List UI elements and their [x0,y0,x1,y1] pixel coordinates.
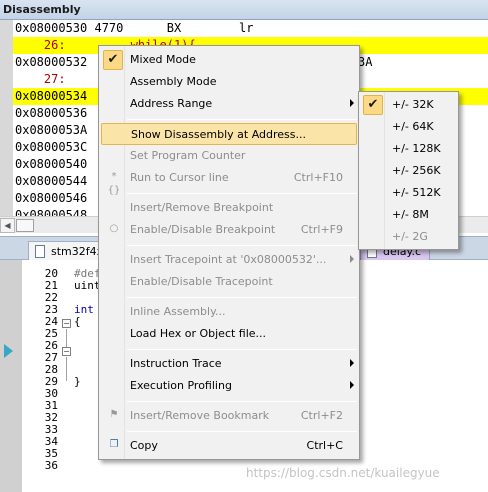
menu-separator [127,245,357,246]
menu-item-insert-remove-breakpoint[interactable]: Insert/Remove Breakpoint [101,197,357,219]
menu-item-execution-profiling[interactable]: Execution Profiling [101,375,357,397]
address-range-submenu: ✔ +/- 32K +/- 64K +/- 128K +/- 256K +/- … [358,91,459,250]
menu-item-load-hex-or-object-file[interactable]: Load Hex or Object file... [101,323,357,345]
tab-label: stm32f4xx [51,245,99,258]
disassembly-title: Disassembly [0,0,488,20]
menu-item-run-to-cursor-line[interactable]: *{} Run to Cursor line Ctrl+F10 [101,167,357,196]
fold-guide [66,329,67,347]
menu-item-copy[interactable]: ❐ Copy Ctrl+C [101,435,357,457]
disassembly-context-menu: ✔ Mixed Mode Assembly Mode Address Range… [98,45,360,460]
menu-separator [127,193,357,194]
menu-separator [127,431,357,432]
menu-item-insert-tracepoint[interactable]: Insert Tracepoint at '0x08000532'... [101,249,357,271]
menu-item-assembly-mode[interactable]: Assembly Mode [101,71,357,93]
submenu-item-8m[interactable]: +/- 8M [361,204,456,226]
menu-separator [127,297,357,298]
disassembly-operand-fragment: 3A [358,55,373,69]
menu-item-show-disassembly-at-address[interactable]: Show Disassembly at Address... [101,123,357,145]
line-number: 36 [44,459,58,472]
checkmark-icon: ✔ [363,95,383,115]
breakpoint-icon: ○ [109,223,119,234]
checkmark-icon: ✔ [103,50,123,70]
current-pc-arrow-icon [4,344,13,358]
menu-item-inline-assembly[interactable]: Inline Assembly... [101,301,357,323]
menu-item-address-range[interactable]: Address Range [101,93,357,115]
watermark: https://blog.csdn.net/kuailegyue [246,466,440,480]
disassembly-line[interactable]: 0x08000530 4770 BX lr [13,20,488,37]
document-icon [35,245,45,258]
menu-item-enable-disable-breakpoint[interactable]: ○ Enable/Disable Breakpoint Ctrl+F9 [101,219,357,241]
submenu-item-2g[interactable]: +/- 2G [361,226,456,248]
disassembly-gutter[interactable] [0,20,13,216]
fold-guide [66,357,67,381]
submenu-arrow-icon [350,255,354,263]
scrollbar-thumb[interactable] [16,219,34,232]
menu-item-insert-remove-bookmark[interactable]: ⚑ Insert/Remove Bookmark Ctrl+F2 [101,405,357,427]
code-line[interactable]: { [74,316,81,328]
tab-stm32f4xx[interactable]: stm32f4xx [28,241,100,261]
menu-separator [127,349,357,350]
submenu-arrow-icon [350,381,354,389]
submenu-arrow-icon [350,359,354,367]
menu-separator [127,401,357,402]
menu-item-instruction-trace[interactable]: Instruction Trace [101,353,357,375]
code-line[interactable]: uint [74,280,101,292]
submenu-item-32k[interactable]: ✔ +/- 32K [361,94,456,116]
bookmark-icon: ⚑ [109,409,119,420]
submenu-item-128k[interactable]: +/- 128K [361,138,456,160]
fold-collapse-icon[interactable]: − [62,319,71,328]
scroll-left-icon[interactable]: ◀ [0,218,15,233]
editor-breakpoint-gutter[interactable] [0,260,22,492]
menu-item-set-program-counter[interactable]: Set Program Counter [101,145,357,167]
submenu-item-256k[interactable]: +/- 256K [361,160,456,182]
run-to-cursor-icon: *{} [107,171,121,196]
submenu-item-64k[interactable]: +/- 64K [361,116,456,138]
fold-collapse-icon[interactable]: − [62,347,71,356]
submenu-item-512k[interactable]: +/- 512K [361,182,456,204]
submenu-arrow-icon [350,99,354,107]
menu-separator [127,119,357,120]
copy-icon: ❐ [109,439,119,450]
menu-item-mixed-mode[interactable]: ✔ Mixed Mode [101,49,357,71]
code-line[interactable]: } [74,376,81,388]
menu-item-enable-disable-tracepoint[interactable]: Enable/Disable Tracepoint [101,271,357,293]
